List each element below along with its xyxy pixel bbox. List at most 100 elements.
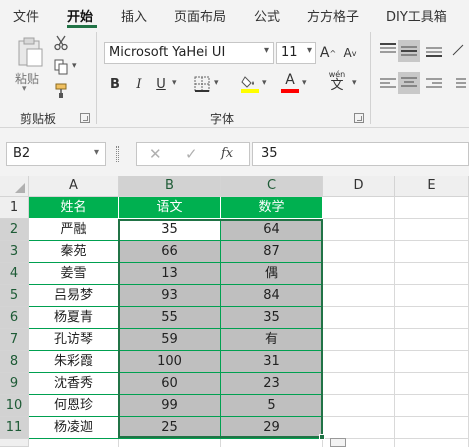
row-header[interactable]: 3 [0,241,29,263]
empty-cell[interactable] [395,373,469,395]
row-header[interactable]: 2 [0,219,29,241]
name-cell[interactable]: 何恩珍 [29,395,119,417]
empty-cell[interactable] [119,439,221,447]
paste-icon[interactable] [10,34,50,70]
row-header[interactable]: 6 [0,307,29,329]
name-cell[interactable]: 杨凌迦 [29,417,119,439]
formula-input[interactable]: 35 [252,142,469,166]
align-left-icon[interactable] [378,74,398,94]
paste-label[interactable]: 粘贴 [15,70,39,87]
fill-color-dropdown-icon[interactable]: ▾ [262,78,267,88]
row-header[interactable]: 7 [0,329,29,351]
math-score-cell[interactable]: 偶 [221,263,323,285]
borders-icon[interactable] [192,74,212,94]
math-score-cell[interactable]: 87 [221,241,323,263]
math-score-cell[interactable]: 有 [221,329,323,351]
row-header[interactable] [0,439,29,447]
align-top-icon[interactable] [378,40,398,60]
chinese-score-cell[interactable]: 59 [119,329,221,351]
align-center-icon[interactable] [398,72,420,94]
row-header[interactable]: 1 [0,197,29,219]
chinese-score-cell[interactable]: 99 [119,395,221,417]
insert-function-icon[interactable]: fx [221,146,233,161]
tab-insert[interactable]: 插入 [121,6,147,25]
empty-cell[interactable] [323,263,395,285]
splitter-handle[interactable] [116,146,119,162]
chinese-score-cell[interactable]: 66 [119,241,221,263]
grow-font-icon[interactable]: A ^ [318,44,338,62]
align-middle-icon[interactable] [398,40,420,62]
bold-button[interactable]: B [106,74,124,94]
chinese-score-cell[interactable]: 100 [119,351,221,373]
math-score-cell[interactable]: 5 [221,395,323,417]
name-cell[interactable]: 严融 [29,219,119,241]
empty-cell[interactable] [323,197,395,219]
copy-dropdown-icon[interactable]: ▾ [72,61,77,71]
font-color-dropdown-icon[interactable]: ▾ [302,78,307,88]
math-score-cell[interactable]: 31 [221,351,323,373]
empty-cell[interactable] [395,395,469,417]
row-header[interactable]: 11 [0,417,29,439]
tab-file[interactable]: 文件 [13,6,39,25]
name-cell[interactable]: 吕易梦 [29,285,119,307]
tab-diy-toolbox[interactable]: DIY工具箱 [386,6,447,25]
fill-handle[interactable] [319,434,325,440]
empty-cell[interactable] [395,263,469,285]
empty-cell[interactable] [323,329,395,351]
empty-cell[interactable] [395,439,469,447]
select-all-corner[interactable] [0,176,29,197]
row-header[interactable]: 5 [0,285,29,307]
name-cell[interactable]: 杨夏青 [29,307,119,329]
align-bottom-icon[interactable] [424,40,444,60]
chinese-score-cell[interactable]: 93 [119,285,221,307]
empty-cell[interactable] [221,439,323,447]
empty-cell[interactable] [395,219,469,241]
row-header[interactable]: 10 [0,395,29,417]
empty-cell[interactable] [395,417,469,439]
empty-cell[interactable] [395,197,469,219]
math-score-cell[interactable]: 35 [221,307,323,329]
empty-cell[interactable] [323,219,395,241]
underline-button[interactable]: U [152,74,170,94]
tab-formulas[interactable]: 公式 [254,6,280,25]
paste-dropdown-icon[interactable]: ▾ [22,84,27,94]
empty-cell[interactable] [395,285,469,307]
shrink-font-icon[interactable]: Av [340,44,360,62]
math-score-cell[interactable]: 23 [221,373,323,395]
italic-button[interactable]: I [130,74,148,94]
empty-cell[interactable] [395,329,469,351]
tab-fangfang[interactable]: 方方格子 [307,6,359,25]
cut-icon[interactable] [52,34,70,52]
chinese-score-cell[interactable]: 60 [119,373,221,395]
row-header[interactable]: 4 [0,263,29,285]
fill-color-icon[interactable] [240,72,260,94]
column-header-e[interactable]: E [395,176,469,197]
empty-cell[interactable] [323,417,395,439]
copy-icon[interactable] [52,58,70,76]
font-color-icon[interactable]: A [280,72,300,94]
font-size-select[interactable]: 11 ▾ [276,42,316,64]
header-cell-name[interactable]: 姓名 [29,197,119,219]
math-score-cell[interactable]: 84 [221,285,323,307]
font-launcher-icon[interactable] [354,113,364,123]
column-header-d[interactable]: D [323,176,395,197]
column-header-a[interactable]: A [29,176,119,197]
phonetic-icon[interactable]: wén 文 [324,70,350,94]
cancel-icon[interactable]: ✕ [149,145,162,163]
font-name-select[interactable]: Microsoft YaHei UI ▾ [104,42,274,64]
align-right-icon[interactable] [424,74,444,94]
empty-cell[interactable] [395,307,469,329]
chinese-score-cell[interactable]: 35 [119,219,221,241]
borders-dropdown-icon[interactable]: ▾ [214,78,219,88]
quick-analysis-icon[interactable] [330,438,346,447]
tab-page-layout[interactable]: 页面布局 [174,6,226,25]
math-score-cell[interactable]: 64 [221,219,323,241]
empty-cell[interactable] [323,285,395,307]
empty-cell[interactable] [29,439,119,447]
empty-cell[interactable] [323,241,395,263]
name-cell[interactable]: 朱彩霞 [29,351,119,373]
tab-home[interactable]: 开始 [67,6,93,25]
enter-icon[interactable]: ✓ [185,145,198,163]
name-cell[interactable]: 秦苑 [29,241,119,263]
underline-dropdown-icon[interactable]: ▾ [172,78,177,88]
